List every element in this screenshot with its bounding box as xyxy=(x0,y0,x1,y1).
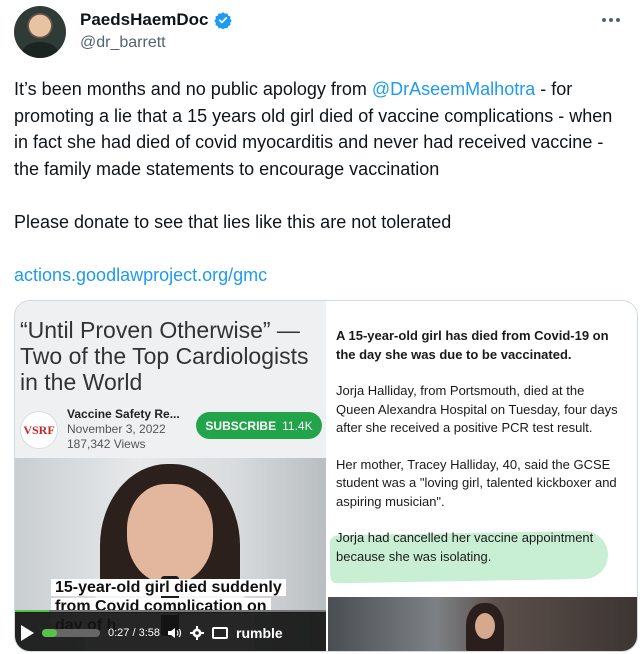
author-avatar[interactable] xyxy=(14,6,66,58)
article-screenshot[interactable]: A 15-year-old girl has died from Covid-1… xyxy=(328,301,637,651)
tweet-media[interactable]: “Until Proven Otherwise” —Two of the Top… xyxy=(14,300,638,652)
subscribe-button[interactable]: SUBSCRIBE 11.4K xyxy=(196,412,322,439)
video-player-controls: 0:27 / 3:58 rumble xyxy=(15,612,326,651)
article-headline: A 15-year-old girl has died from Covid-1… xyxy=(336,328,609,362)
tweet-paragraph-2: Please donate to see that lies like this… xyxy=(14,211,452,232)
avatar-shirt xyxy=(22,42,58,58)
article-paragraph-2: Her mother, Tracey Halliday, 40, said th… xyxy=(336,456,617,509)
volume-fill xyxy=(42,628,58,637)
channel-logo: VSRF xyxy=(20,411,58,449)
article-text: A 15-year-old girl has died from Covid-1… xyxy=(336,327,626,584)
author-handle[interactable]: @dr_barrett xyxy=(80,34,166,52)
video-card[interactable]: “Until Proven Otherwise” —Two of the Top… xyxy=(15,301,326,651)
tweet-paragraph-1: It’s been months and no public apology f… xyxy=(14,76,626,182)
speaker-icon[interactable] xyxy=(168,627,182,639)
verified-badge-icon xyxy=(213,12,232,29)
article-highlighted-text: Jorja had cancelled her vaccine appointm… xyxy=(336,530,594,564)
video-date: November 3, 2022 xyxy=(67,422,166,436)
article-photo xyxy=(328,597,637,651)
channel-name: Vaccine Safety Re... xyxy=(67,407,180,421)
volume-slider[interactable] xyxy=(42,628,100,637)
tweet-text-segment: It’s been months and no public apology f… xyxy=(14,79,372,99)
article-paragraph-1: Jorja Halliday, from Portsmouth, died at… xyxy=(336,383,618,435)
rumble-logo[interactable]: rumble xyxy=(236,625,283,641)
video-title: “Until Proven Otherwise” —Two of the Top… xyxy=(20,317,309,395)
external-link[interactable]: actions.goodlawproject.org/gmc xyxy=(14,265,267,285)
more-options-icon[interactable] xyxy=(596,8,626,32)
author-display-name[interactable]: PaedsHaemDoc xyxy=(80,10,209,30)
play-icon[interactable] xyxy=(21,624,34,641)
photo-face xyxy=(475,613,495,639)
video-views: 187,342 Views xyxy=(67,437,146,451)
video-time: 0:27 / 3:58 xyxy=(108,626,160,639)
mention-link[interactable]: @DrAseemMalhotra xyxy=(372,79,535,99)
subscriber-count: 11.4K xyxy=(282,418,313,433)
thumbnail-face xyxy=(127,484,213,584)
tweet-body: It’s been months and no public apology f… xyxy=(14,76,626,288)
subscribe-label: SUBSCRIBE xyxy=(205,418,277,433)
fullscreen-icon[interactable] xyxy=(212,626,228,639)
gear-icon[interactable] xyxy=(190,625,204,640)
author-name-row: PaedsHaemDoc xyxy=(80,10,232,30)
